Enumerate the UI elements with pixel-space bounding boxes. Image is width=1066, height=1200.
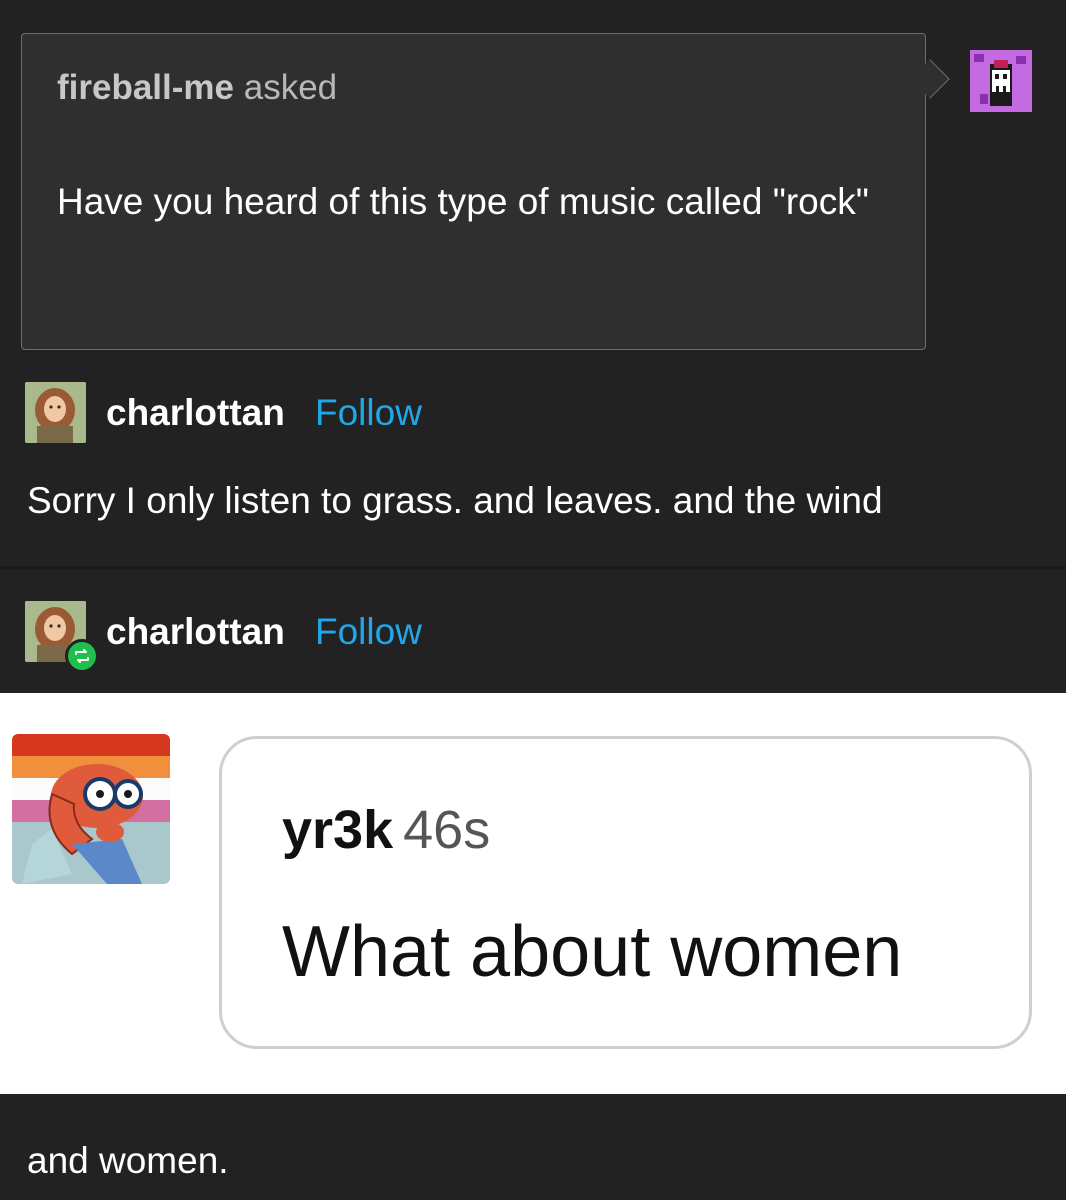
ask-header: fireball-me asked <box>57 68 337 108</box>
message-header: yr3k 46s <box>282 799 490 861</box>
tumblr-post: fireball-me asked Have you heard of this… <box>0 0 1066 1200</box>
illustrated-girl-avatar-icon[interactable] <box>25 382 86 443</box>
reblog-user-row: charlottan Follow <box>25 601 485 681</box>
reblog-text: and women. <box>27 1140 229 1181</box>
reblog-username[interactable]: charlottan <box>106 611 285 653</box>
pixel-ghost-avatar-icon[interactable] <box>970 50 1032 112</box>
answer-user-row: charlottan Follow <box>25 382 485 444</box>
message-text: What about women <box>282 912 903 992</box>
asker-name[interactable]: fireball-me <box>57 68 234 107</box>
ask-question: Have you heard of this type of music cal… <box>57 181 869 222</box>
answer-text: Sorry I only listen to grass. and leaves… <box>27 480 883 521</box>
reblog-icon <box>65 639 99 673</box>
ask-box: fireball-me asked Have you heard of this… <box>21 33 926 350</box>
ask-verb: asked <box>243 68 338 107</box>
post-divider <box>0 566 1066 569</box>
answer-follow-button[interactable]: Follow <box>315 392 422 434</box>
answer-username[interactable]: charlottan <box>106 392 285 434</box>
message-bubble: yr3k 46s What about women <box>219 736 1032 1049</box>
reblog-follow-button[interactable]: Follow <box>315 611 422 653</box>
embedded-image: yr3k 46s What about women <box>0 693 1066 1094</box>
cartoon-character-avatar-icon <box>12 734 170 884</box>
message-time: 46s <box>403 800 491 860</box>
message-author: yr3k <box>282 800 394 860</box>
